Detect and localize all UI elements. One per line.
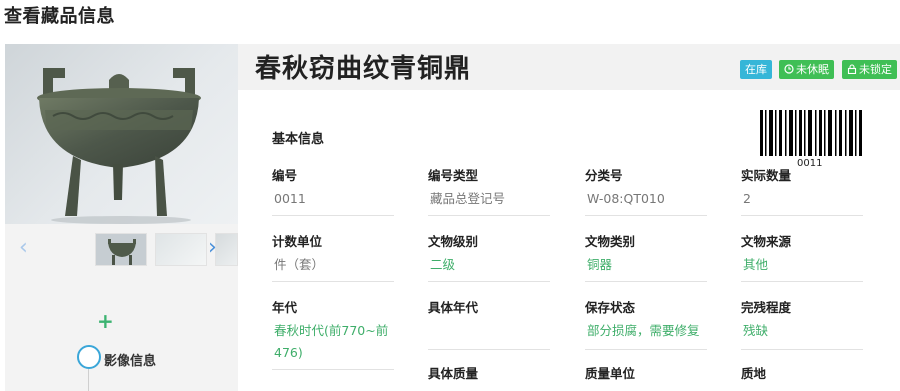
field-label-category-no: 分类号 bbox=[585, 168, 623, 183]
field-value-serial-type: 藏品总登记号 bbox=[430, 191, 506, 206]
field-label-serial-type: 编号类型 bbox=[428, 168, 479, 183]
plus-icon[interactable]: + bbox=[97, 310, 114, 332]
timeline-line bbox=[88, 369, 89, 391]
barcode-image bbox=[760, 110, 862, 156]
thumbnail-ding-image bbox=[96, 234, 146, 265]
field-value-era: 春秋时代(前770~前476) bbox=[274, 323, 389, 360]
field-label-era: 年代 bbox=[272, 300, 298, 315]
field-value-completeness: 残缺 bbox=[743, 323, 769, 338]
status-badge-dormant: 未休眠 bbox=[779, 60, 834, 79]
field-divider bbox=[272, 369, 394, 370]
lock-icon bbox=[847, 64, 857, 75]
status-badge-dormant-label: 未休眠 bbox=[796, 63, 829, 76]
field-label-quality-unit: 质量单位 bbox=[585, 366, 636, 381]
chevron-right-icon[interactable]: › bbox=[208, 236, 217, 260]
image-panel: ‹ › + 影像信息 bbox=[5, 44, 238, 391]
page-title: 查看藏品信息 bbox=[4, 6, 115, 27]
field-value-relic-category: 铜器 bbox=[587, 257, 613, 272]
timeline-node[interactable] bbox=[77, 345, 101, 369]
field-label-completeness: 完残程度 bbox=[741, 300, 792, 315]
field-divider bbox=[272, 215, 394, 216]
clock-icon bbox=[784, 64, 794, 74]
field-divider bbox=[428, 281, 550, 282]
field-divider bbox=[741, 281, 863, 282]
field-value-count-unit: 件（套） bbox=[274, 257, 325, 272]
field-value-preservation: 部分损腐，需要修复 bbox=[587, 323, 700, 338]
thumbnail-strip: ‹ › bbox=[5, 232, 238, 268]
relic-header: 春秋窃曲纹青铜鼎 在库 未休眠 未锁定 bbox=[238, 44, 900, 90]
bronze-ding-image bbox=[37, 68, 201, 224]
field-value-category-no: W-08:QT010 bbox=[587, 191, 665, 206]
field-label-actual-qty: 实际数量 bbox=[741, 168, 792, 183]
field-label-relic-source: 文物来源 bbox=[741, 234, 792, 249]
field-value-relic-source: 其他 bbox=[743, 257, 769, 272]
field-label-serial-no: 编号 bbox=[272, 168, 298, 183]
field-label-preservation: 保存状态 bbox=[585, 300, 636, 315]
field-divider bbox=[741, 215, 863, 216]
field-label-relic-level: 文物级别 bbox=[428, 234, 479, 249]
field-label-relic-category: 文物类别 bbox=[585, 234, 636, 249]
thumbnail-1[interactable] bbox=[95, 233, 147, 266]
field-divider bbox=[741, 349, 863, 350]
thumbnail-3[interactable] bbox=[215, 233, 238, 266]
field-divider bbox=[428, 215, 550, 216]
status-badge-unlocked-label: 未锁定 bbox=[859, 63, 892, 76]
status-badge-unlocked: 未锁定 bbox=[842, 60, 897, 79]
status-badge-instock: 在库 bbox=[740, 60, 772, 79]
field-label-count-unit: 计数单位 bbox=[272, 234, 323, 249]
timeline-label[interactable]: 影像信息 bbox=[104, 350, 156, 369]
relic-title: 春秋窃曲纹青铜鼎 bbox=[255, 54, 472, 84]
section-title-basic-info: 基本信息 bbox=[272, 132, 325, 147]
chevron-left-icon[interactable]: ‹ bbox=[19, 236, 28, 260]
field-value-relic-level: 二级 bbox=[430, 257, 456, 272]
barcode-number: 0011 bbox=[797, 158, 823, 169]
field-divider bbox=[585, 215, 707, 216]
field-divider bbox=[585, 281, 707, 282]
field-divider bbox=[585, 349, 707, 350]
field-value-actual-qty: 2 bbox=[743, 191, 751, 206]
field-divider bbox=[428, 349, 550, 350]
field-divider bbox=[272, 281, 394, 282]
field-value-serial-no: 0011 bbox=[274, 191, 306, 206]
field-label-specific-quality: 具体质量 bbox=[428, 366, 479, 381]
thumbnail-2[interactable] bbox=[155, 233, 207, 266]
main-photo[interactable] bbox=[5, 44, 238, 224]
field-label-texture: 质地 bbox=[741, 366, 767, 381]
field-label-specific-era: 具体年代 bbox=[428, 300, 479, 315]
